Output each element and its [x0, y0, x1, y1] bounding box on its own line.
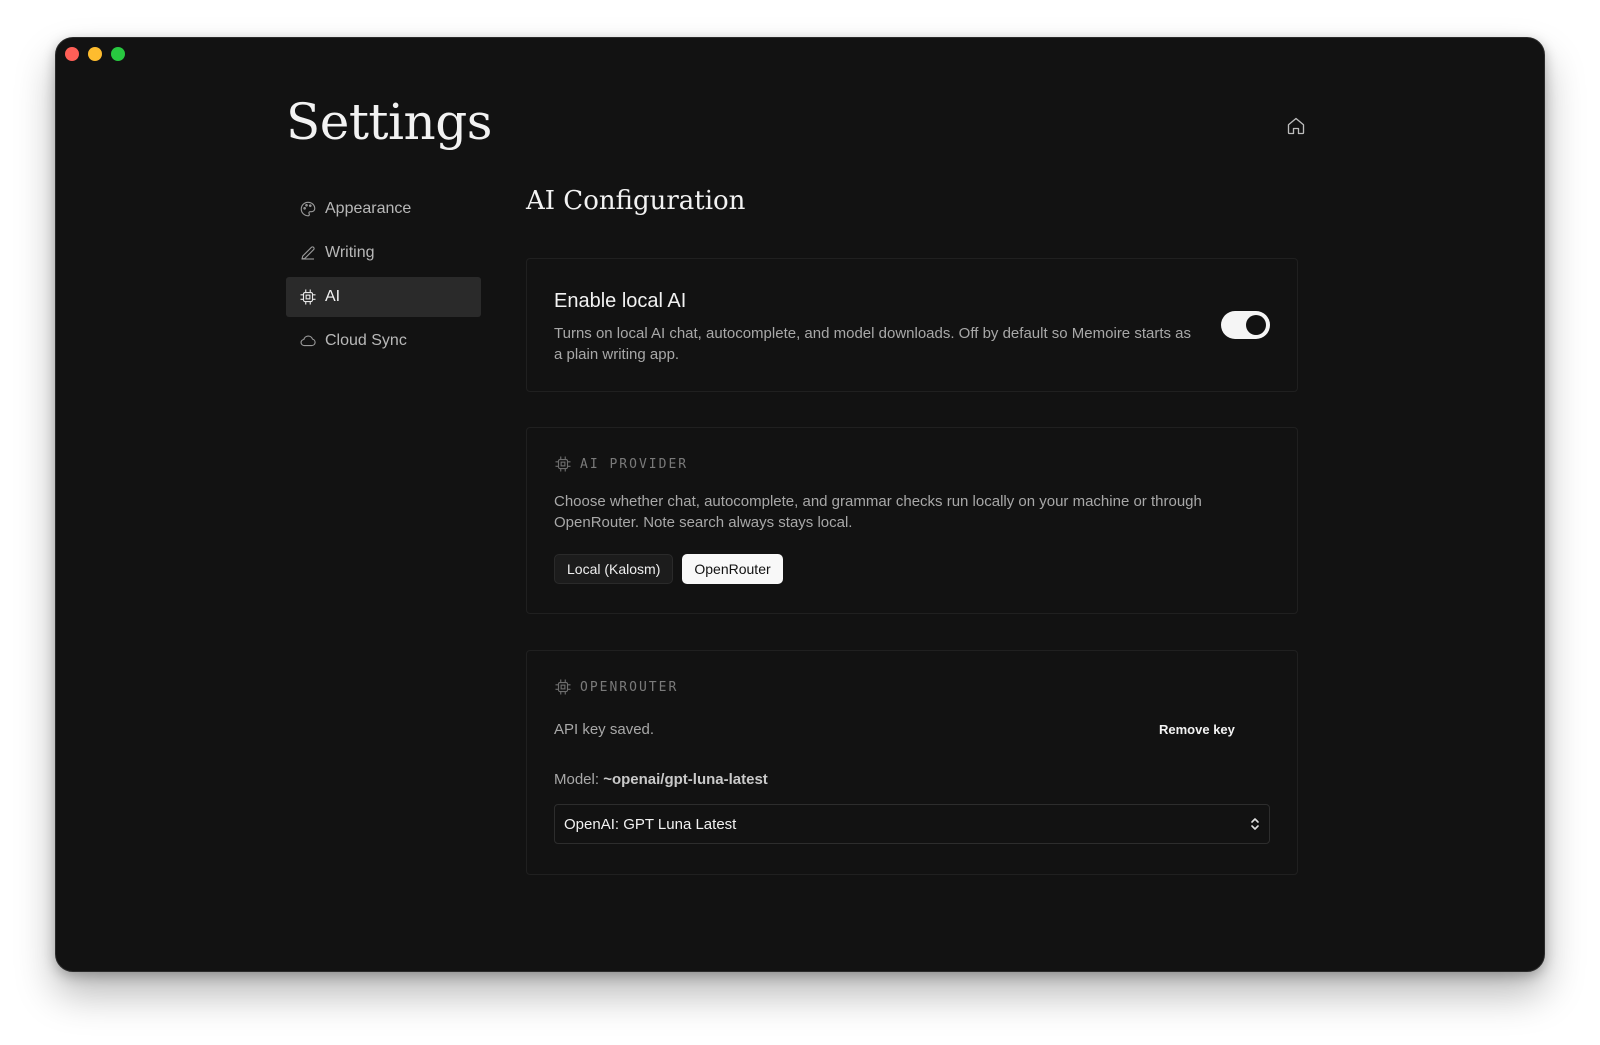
- pencil-icon: [299, 244, 317, 262]
- minimize-window-button[interactable]: [88, 47, 102, 61]
- model-value: ~openai/gpt-luna-latest: [603, 771, 768, 788]
- sidebar-item-writing[interactable]: Writing: [286, 233, 481, 273]
- provider-option-local[interactable]: Local (Kalosm): [554, 554, 674, 584]
- chip-icon: [554, 678, 572, 696]
- api-key-status: API key saved.: [554, 721, 655, 738]
- sidebar-item-label: Appearance: [325, 200, 412, 217]
- cloud-icon: [299, 332, 317, 350]
- model-line: Model: ~openai/gpt-luna-latest: [554, 771, 768, 788]
- ai-provider-label-text: AI PROVIDER: [580, 456, 689, 472]
- sidebar-item-label: AI: [325, 288, 341, 305]
- ai-provider-label: AI PROVIDER: [554, 455, 688, 473]
- remove-key-button[interactable]: Remove key: [1159, 722, 1235, 737]
- provider-option-openrouter[interactable]: OpenRouter: [682, 554, 783, 584]
- provider-selector: Local (Kalosm) OpenRouter: [554, 554, 783, 584]
- local-ai-card: Enable local AI Turns on local AI chat, …: [526, 258, 1298, 392]
- openrouter-label: OPENROUTER: [554, 678, 678, 696]
- chip-icon: [554, 455, 572, 473]
- settings-sidebar: Appearance Writing AI Cloud Sync: [286, 189, 481, 365]
- section-title: AI Configuration: [526, 186, 746, 216]
- local-ai-title: Enable local AI: [554, 290, 687, 312]
- sidebar-item-ai[interactable]: AI: [286, 277, 481, 317]
- close-window-button[interactable]: [65, 47, 79, 61]
- model-select[interactable]: OpenAI: GPT Luna Latest: [554, 804, 1270, 844]
- sidebar-item-label: Cloud Sync: [325, 332, 407, 349]
- local-ai-description: Turns on local AI chat, autocomplete, an…: [554, 325, 1192, 363]
- openrouter-card: OPENROUTER API key saved. Remove key Mod…: [526, 650, 1298, 875]
- maximize-window-button[interactable]: [111, 47, 125, 61]
- openrouter-label-text: OPENROUTER: [580, 679, 679, 695]
- local-ai-toggle[interactable]: [1221, 311, 1270, 339]
- palette-icon: [299, 200, 317, 218]
- chip-icon: [299, 288, 317, 306]
- window-controls: [65, 47, 125, 61]
- page-title: Settings: [286, 93, 492, 151]
- ai-provider-description: Choose whether chat, autocomplete, and g…: [554, 493, 1202, 531]
- chevron-up-down-icon: [1251, 818, 1259, 830]
- toggle-knob: [1246, 315, 1266, 335]
- settings-window: Settings Appearance Writing AI Cloud Syn…: [55, 37, 1545, 972]
- sidebar-item-cloud-sync[interactable]: Cloud Sync: [286, 321, 481, 361]
- home-button[interactable]: [1284, 114, 1308, 138]
- model-select-value: OpenAI: GPT Luna Latest: [564, 815, 737, 833]
- sidebar-item-label: Writing: [325, 244, 375, 261]
- sidebar-item-appearance[interactable]: Appearance: [286, 189, 481, 229]
- home-icon: [1287, 117, 1305, 135]
- model-prefix: Model:: [554, 771, 600, 788]
- ai-provider-card: AI PROVIDER Choose whether chat, autocom…: [526, 427, 1298, 614]
